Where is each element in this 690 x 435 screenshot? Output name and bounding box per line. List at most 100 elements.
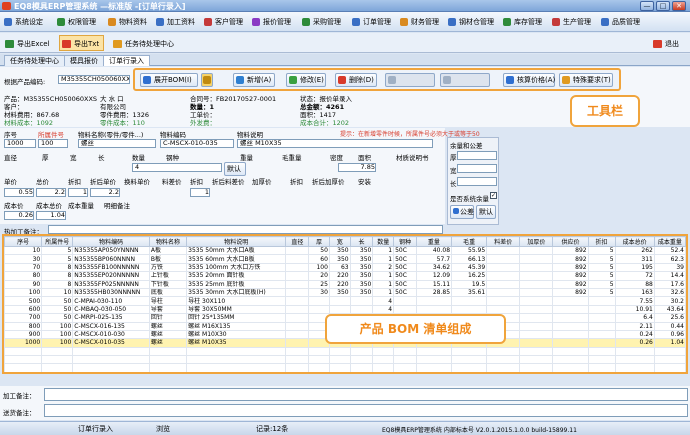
- table-row[interactable]: 30 5 N35355BP060NNNN B板 3535 60mm 大水口B板 60 350…: [4, 254, 686, 264]
- table-cell: 163: [614, 287, 655, 298]
- menu-item-5[interactable]: 报价管理: [252, 15, 291, 29]
- column-header[interactable]: 所属件号: [41, 236, 74, 247]
- menu-item-8[interactable]: 财务管理: [400, 15, 439, 29]
- column-header[interactable]: 物料编码: [72, 236, 150, 247]
- process-remark-input[interactable]: [44, 388, 688, 401]
- column-header[interactable]: 钢种: [393, 236, 417, 247]
- check-price-button[interactable]: 核算价格(A): [503, 73, 555, 87]
- menu-item-7[interactable]: 订单管理: [352, 15, 391, 29]
- spec-input[interactable]: 螺丝 M10X35: [237, 139, 433, 148]
- table-cell: [552, 313, 589, 323]
- column-header[interactable]: 宽: [328, 236, 351, 247]
- menu-icon: [302, 18, 310, 26]
- column-header[interactable]: 加厚价: [519, 236, 554, 247]
- table-cell: 螺丝 M10X35: [186, 338, 287, 348]
- column-header[interactable]: 序号: [4, 236, 43, 247]
- export-txt-button[interactable]: 导出Txt: [59, 35, 105, 51]
- column-header[interactable]: 折扣: [587, 236, 616, 247]
- default-button[interactable]: 默认: [224, 162, 246, 176]
- part-no-input[interactable]: 100: [38, 139, 68, 148]
- column-header[interactable]: 直径: [285, 236, 310, 247]
- column-header[interactable]: 数量: [372, 236, 395, 247]
- expand-bom-button[interactable]: 展开BOM(I): [140, 73, 198, 87]
- close-button[interactable]: ✕: [672, 1, 686, 11]
- tab-mold-quote[interactable]: 模具报价: [64, 55, 104, 66]
- status-module: 订单行录入: [78, 425, 113, 433]
- menu-item-2[interactable]: 物料资料: [108, 15, 147, 29]
- auto-allowance-checkbox[interactable]: ✓: [490, 192, 497, 199]
- table-cell: 800: [4, 321, 43, 331]
- maximize-button[interactable]: □: [656, 1, 670, 11]
- width-allowance-input[interactable]: [457, 164, 497, 173]
- length-allowance-input[interactable]: [457, 177, 497, 186]
- delivery-remark-input[interactable]: [44, 404, 688, 417]
- menu-item-4[interactable]: 客户管理: [204, 15, 243, 29]
- unit-price-input[interactable]: 0.55: [4, 188, 34, 197]
- cost-total-input[interactable]: 1.04: [36, 211, 66, 220]
- seq-input[interactable]: 1000: [4, 139, 36, 148]
- table-cell: 上针板: [148, 271, 188, 281]
- table-row[interactable]: 10 5 N35355AP050YNNNN A板 3535 50mm 大水口A板 50 35…: [4, 245, 686, 256]
- empty-cell: [393, 346, 417, 357]
- column-header[interactable]: 物料名称: [148, 236, 188, 247]
- table-row[interactable]: 600 50 C-MBAQ-030-050 导套 导套 30X50MM 4 10.91 43.…: [4, 304, 686, 315]
- menu-item-1[interactable]: 权限管理: [57, 15, 96, 29]
- menu-item-3[interactable]: 加工资料: [156, 15, 195, 29]
- row4-label: 成本价: [4, 202, 24, 210]
- diff-discount-input[interactable]: 1: [190, 188, 210, 197]
- column-header[interactable]: 毛重: [451, 236, 488, 247]
- menu-item-6[interactable]: 采购管理: [302, 15, 341, 29]
- export-excel-button[interactable]: 导出Excel: [2, 35, 55, 51]
- name-input[interactable]: 螺丝: [78, 139, 156, 148]
- table-cell: [328, 304, 351, 315]
- column-header[interactable]: 成本总价: [614, 236, 655, 247]
- tab-order-line-entry[interactable]: 订单行录入: [103, 55, 150, 66]
- special-request-button[interactable]: 特殊要求(T): [559, 73, 613, 87]
- undo-button[interactable]: [440, 73, 490, 87]
- table-row[interactable]: 80 8 N35355EP020NNNNN 上针板 3535 20mm 面针板 20 220…: [4, 271, 686, 281]
- table-row[interactable]: 70 8 N35355FB100NNNNN 方铁 3535 100mm 大水口方铁 100…: [4, 262, 686, 273]
- tolerance-default-button[interactable]: 默认: [476, 205, 496, 219]
- density-input[interactable]: 7.85: [338, 163, 376, 172]
- menu-item-11[interactable]: 生产管理: [552, 15, 591, 29]
- table-row[interactable]: 90 8 N35355FP025NNNNN 下针板 3535 25mm 底针板 25 220…: [4, 279, 686, 289]
- edit-button[interactable]: 修改(E): [286, 73, 326, 87]
- tolerance-button[interactable]: 公差: [450, 205, 474, 219]
- menu-item-10[interactable]: 库存管理: [503, 15, 542, 29]
- exit-button[interactable]: 退出: [650, 35, 684, 51]
- discount-input[interactable]: 1: [68, 188, 88, 197]
- save-button[interactable]: [385, 73, 435, 87]
- toolbar-callout: 工具栏: [570, 95, 640, 127]
- column-header[interactable]: 重量: [415, 236, 453, 247]
- table-cell: 45.39: [451, 262, 488, 273]
- column-header[interactable]: 料差价: [486, 236, 521, 247]
- discounted-price-input[interactable]: 2.2: [90, 188, 120, 197]
- delete-button[interactable]: 删除(D): [335, 73, 377, 87]
- column-header[interactable]: 厚: [308, 236, 330, 247]
- hot-process-remark-input[interactable]: [48, 225, 443, 234]
- menu-item-12[interactable]: 品质管理: [601, 15, 640, 29]
- thickness-allowance-input[interactable]: [457, 151, 497, 160]
- code-input[interactable]: C-MSCX-010-035: [160, 139, 234, 148]
- title-bar: EQ8模具ERP管理系统 —标准版 -[订单行录入] — □ ✕: [0, 0, 690, 12]
- search-bom-button[interactable]: [201, 73, 213, 87]
- menu-item-9[interactable]: 钢材仓管理: [448, 15, 494, 29]
- root-code-input[interactable]: M35355CH050060XX5: [58, 75, 130, 84]
- pending-center-button[interactable]: 任务待处理中心: [110, 35, 179, 51]
- empty-cell: [41, 355, 74, 365]
- column-header[interactable]: 物料说明: [186, 236, 287, 247]
- qty-input[interactable]: 4: [132, 163, 222, 172]
- table-cell: 100: [41, 329, 74, 340]
- table-row[interactable]: 100 10 N35355HB030NNNNN 底板 3535 30mm 大水口底板(H…: [4, 287, 686, 298]
- table-row[interactable]: 500 50 C-MPAI-030-110 导柱 导柱 30X110 4 7.55 30.2: [4, 296, 686, 306]
- table-cell: 100: [41, 321, 74, 331]
- cost-price-input[interactable]: 0.26: [4, 211, 34, 220]
- menu-item-0[interactable]: 系统设定: [4, 15, 43, 29]
- column-header[interactable]: 供应价: [552, 236, 589, 247]
- minimize-button[interactable]: —: [640, 1, 654, 11]
- add-button[interactable]: 新增(A): [233, 73, 275, 87]
- column-header[interactable]: 成本重量: [653, 236, 686, 247]
- tab-pending-center[interactable]: 任务待处理中心: [4, 55, 65, 66]
- total-price-input[interactable]: 2.2: [36, 188, 66, 197]
- column-header[interactable]: 长: [349, 236, 374, 247]
